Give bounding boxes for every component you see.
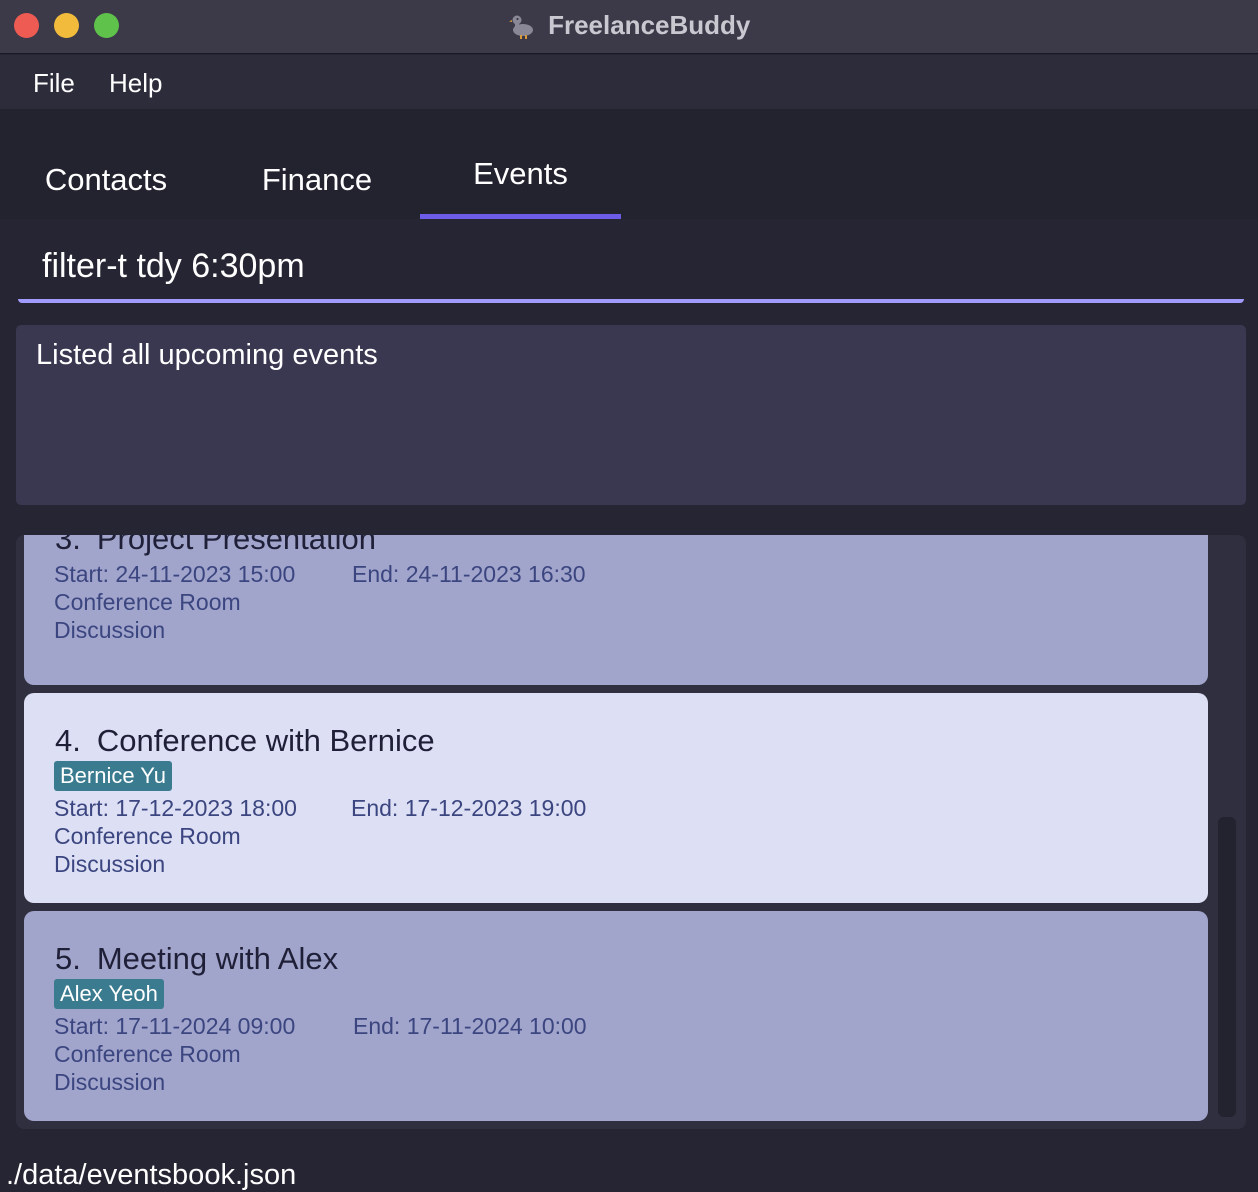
event-title: Project Presentation [96, 535, 377, 556]
tab-finance[interactable]: Finance [212, 109, 422, 219]
title-bar[interactable]: FreelanceBuddy [0, 0, 1258, 54]
event-title: Conference with Bernice [96, 723, 435, 758]
event-card-title: 3. Project Presentation [55, 535, 376, 557]
storage-path: ./data/eventsbook.json [6, 1159, 297, 1191]
event-list[interactable]: 3. Project Presentation Start: 24-11-2023… [16, 535, 1246, 1129]
event-description: Discussion [54, 851, 166, 877]
event-contact-tag: Bernice Yu [54, 761, 173, 791]
event-end: End: 17-12-2023 19:00 [351, 795, 587, 821]
event-index: 3. [55, 535, 81, 556]
event-card[interactable]: 4. Conference with Bernice Bernice Yu Sta… [24, 693, 1208, 903]
event-index: 4. [55, 723, 81, 758]
window-title: FreelanceBuddy [548, 10, 751, 40]
duck-icon [508, 15, 533, 39]
menu-file[interactable]: File [33, 68, 75, 99]
command-input-text[interactable]: filter-t tdy 6:30pm [42, 247, 305, 286]
event-location: Conference Room [54, 589, 241, 615]
tab-contacts[interactable]: Contacts [0, 109, 212, 219]
events-pane: filter-t tdy 6:30pm Listed all upcoming … [0, 219, 1258, 1192]
event-card-title: 5. Meeting with Alex [55, 941, 338, 977]
menu-bar: File Help [0, 55, 1258, 109]
status-bar: ./data/eventsbook.json [0, 1129, 1258, 1192]
result-message: Listed all upcoming events [36, 339, 378, 371]
tab-bar: Contacts Finance Events [0, 109, 1258, 219]
event-title: Meeting with Alex [96, 941, 339, 976]
tab-events-label: Events [473, 156, 568, 191]
tab-events[interactable]: Events [420, 109, 621, 219]
window-title-group: FreelanceBuddy [0, 10, 1258, 40]
command-input[interactable]: filter-t tdy 6:30pm [18, 233, 1244, 303]
event-location: Conference Room [54, 1041, 241, 1067]
result-display: Listed all upcoming events [16, 325, 1246, 505]
tab-contacts-label: Contacts [44, 162, 168, 197]
tab-finance-label: Finance [261, 162, 373, 197]
event-index: 5. [55, 941, 81, 976]
event-description: Discussion [54, 1069, 166, 1095]
event-card[interactable]: 3. Project Presentation Start: 24-11-2023… [24, 535, 1208, 685]
menu-help[interactable]: Help [109, 68, 162, 99]
event-start: Start: 24-11-2023 15:00 [54, 561, 296, 587]
event-list-scrollbar[interactable] [1218, 817, 1236, 1117]
event-start: Start: 17-12-2023 18:00 [54, 795, 297, 821]
app-window: FreelanceBuddy File Help Contacts Financ… [0, 0, 1258, 1192]
event-end: End: 24-11-2023 16:30 [352, 561, 586, 587]
event-card[interactable]: 5. Meeting with Alex Alex Yeoh Start: 17-… [24, 911, 1208, 1121]
event-card-title: 4. Conference with Bernice [55, 723, 435, 759]
event-description: Discussion [54, 617, 166, 643]
event-end: End: 17-11-2024 10:00 [353, 1013, 587, 1039]
event-start: Start: 17-11-2024 09:00 [54, 1013, 296, 1039]
event-contact-tag: Alex Yeoh [54, 979, 164, 1009]
event-location: Conference Room [54, 823, 241, 849]
